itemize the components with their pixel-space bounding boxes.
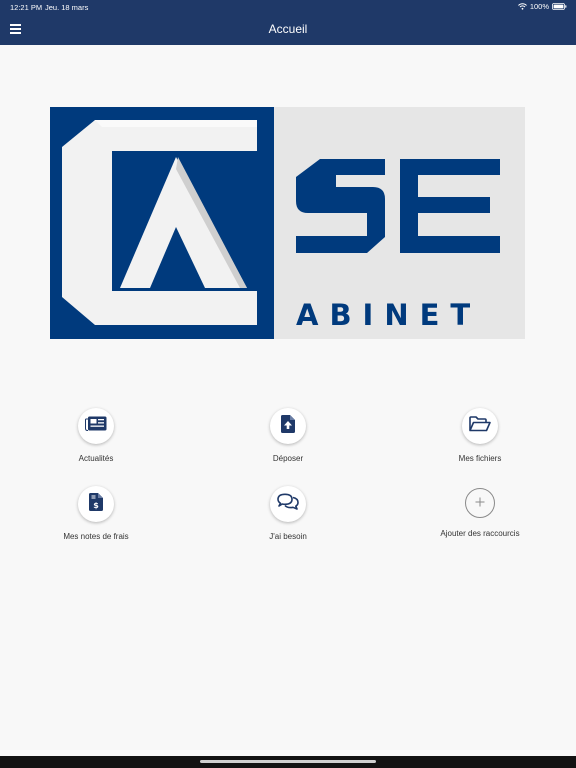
battery-icon <box>552 3 567 10</box>
shortcut-jai-besoin[interactable]: J'ai besoin <box>208 486 368 541</box>
shortcut-mes-fichiers[interactable]: Mes fichiers <box>400 408 560 463</box>
shortcut-label: Ajouter des raccourcis <box>440 529 520 538</box>
add-shortcut-button[interactable] <box>465 488 495 518</box>
bottom-bar <box>0 756 576 768</box>
shortcut-ajouter-des-raccourcis[interactable]: Ajouter des raccourcis <box>400 488 560 538</box>
shortcut-label: J'ai besoin <box>269 532 307 541</box>
shortcut-icon-circle[interactable] <box>270 486 306 522</box>
nav-bar: Accueil <box>0 14 576 45</box>
shortcut-label: Actualités <box>78 454 114 463</box>
folder-open-icon <box>469 415 491 437</box>
status-date: Jeu. 18 mars <box>45 3 89 12</box>
shortcut-icon-circle[interactable] <box>270 408 306 444</box>
shortcut-label: Déposer <box>272 454 304 463</box>
invoice-dollar-icon: $ <box>89 492 103 516</box>
shortcut-mes-notes-de-frais[interactable]: $ Mes notes de frais <box>16 486 176 541</box>
shortcut-deposer[interactable]: Déposer <box>208 408 368 463</box>
company-logo: ABINET <box>50 107 525 339</box>
shortcut-icon-circle[interactable]: $ <box>78 486 114 522</box>
shortcut-actualites[interactable]: Actualités <box>16 408 176 463</box>
header: 12:21 PM Jeu. 18 mars 100% Accueil <box>0 0 576 45</box>
page-title: Accueil <box>268 22 308 36</box>
shortcut-icon-circle[interactable] <box>78 408 114 444</box>
file-upload-icon <box>281 414 295 438</box>
status-bar: 12:21 PM Jeu. 18 mars 100% <box>0 0 576 14</box>
shortcut-icon-circle[interactable] <box>462 408 498 444</box>
chat-bubbles-icon <box>277 493 299 516</box>
home-indicator[interactable] <box>200 760 376 763</box>
logo-wordmark: ABINET <box>296 298 481 332</box>
plus-icon <box>475 494 485 512</box>
svg-text:$: $ <box>93 501 99 510</box>
status-time: 12:21 PM <box>10 3 43 12</box>
status-indicators: 100% <box>517 2 567 11</box>
wifi-icon <box>517 3 527 10</box>
battery-percent: 100% <box>529 2 549 11</box>
shortcut-label: Mes notes de frais <box>63 532 129 541</box>
shortcut-label: Mes fichiers <box>458 454 502 463</box>
newspaper-icon <box>85 416 107 436</box>
